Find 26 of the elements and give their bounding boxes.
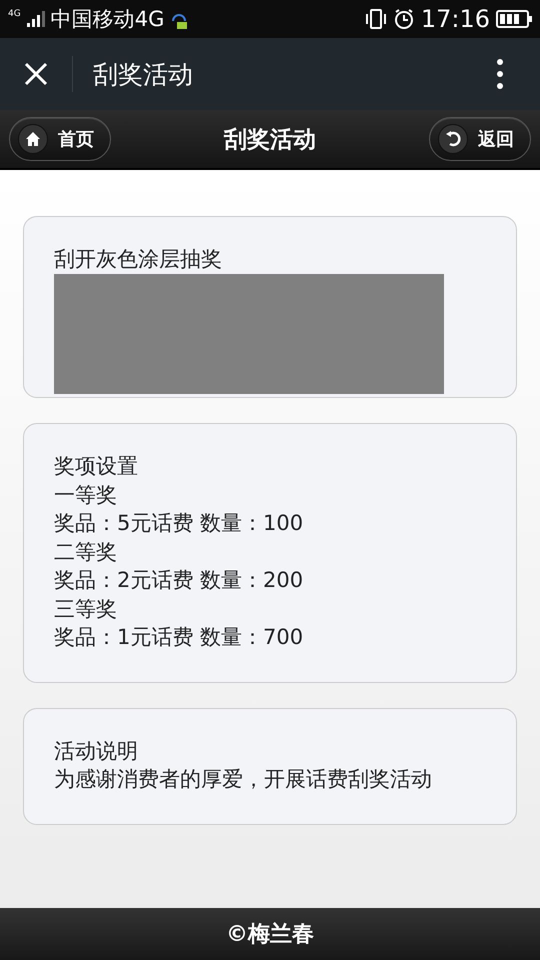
undo-arrow-icon xyxy=(445,131,461,147)
card-title: 奖项设置 xyxy=(54,453,139,480)
more-icon xyxy=(497,59,503,89)
home-button[interactable]: 首页 xyxy=(9,117,111,161)
alarm-clock-icon xyxy=(392,8,415,30)
prize-name: 三等奖 xyxy=(54,596,118,622)
back-button[interactable]: 返回 xyxy=(429,117,531,161)
description-text: 为感谢消费者的厚爱，开展话费刮奖活动 xyxy=(54,766,433,793)
signal-icon xyxy=(26,10,45,28)
copyright-text: ©梅兰春 xyxy=(226,921,314,949)
vibrate-icon xyxy=(364,8,387,30)
page-title: 刮奖活动 xyxy=(93,58,193,90)
card-title: 活动说明 xyxy=(54,738,139,764)
prize-name: 二等奖 xyxy=(54,538,118,566)
prize-detail: 奖品：5元话费 数量：100 xyxy=(54,510,304,537)
prize-detail: 奖品：1元话费 数量：700 xyxy=(54,624,304,651)
clock-time: 17:16 xyxy=(420,5,490,33)
card-title: 刮开灰色涂层抽奖 xyxy=(54,246,223,273)
carrier-name: 中国移动4G xyxy=(50,6,164,33)
close-icon xyxy=(24,62,48,86)
prize-detail: 奖品：2元话费 数量：200 xyxy=(54,567,304,594)
home-icon xyxy=(25,131,41,147)
nav-title: 刮奖活动 xyxy=(222,126,317,154)
prize-name: 一等奖 xyxy=(54,482,118,508)
network-type: 4G xyxy=(8,9,21,19)
battery-icon xyxy=(496,10,532,28)
